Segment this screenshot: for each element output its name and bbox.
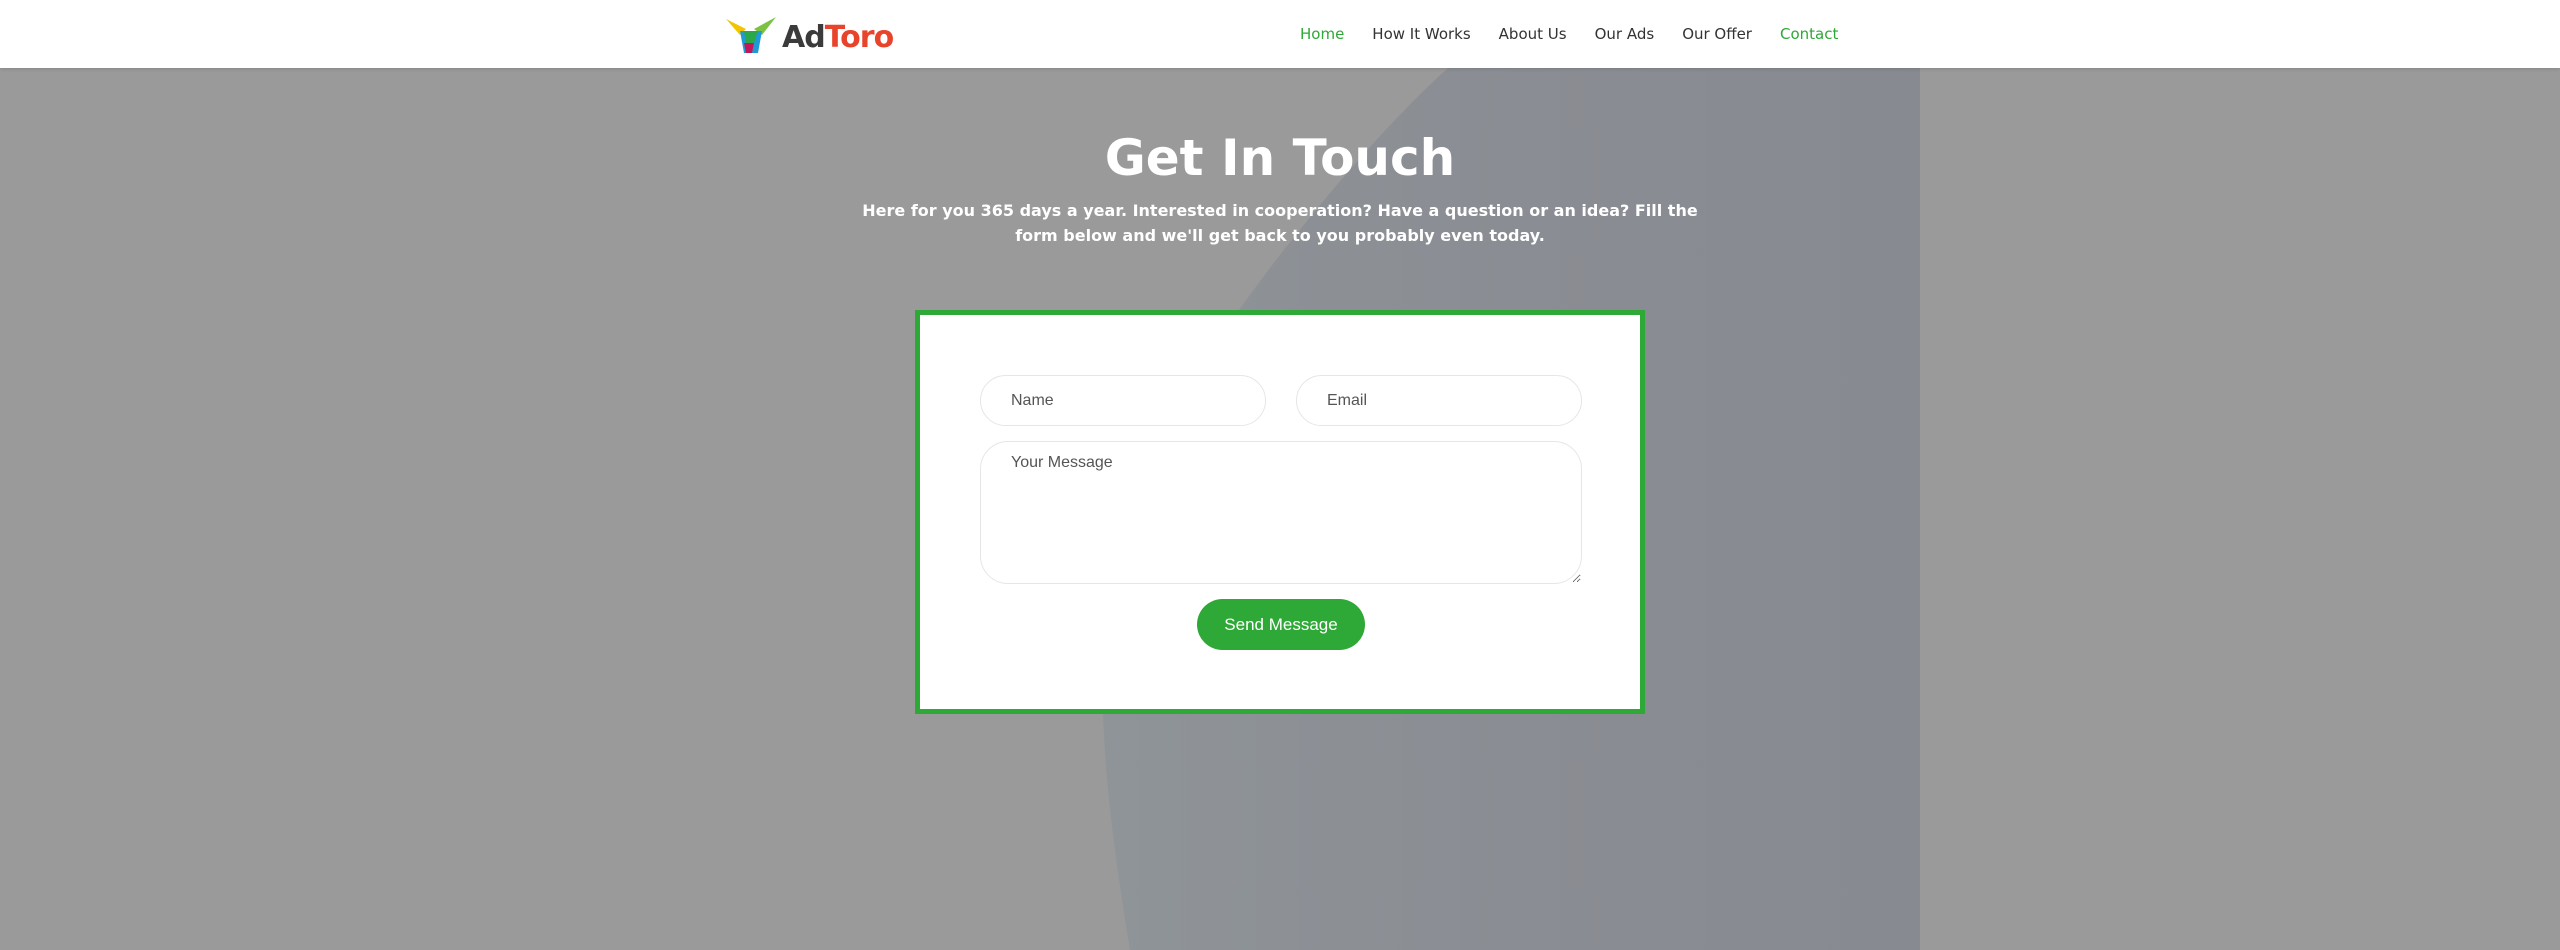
nav-link-home[interactable]: Home [1300, 25, 1344, 43]
nav-link-about-us[interactable]: About Us [1499, 25, 1567, 43]
contact-form: Send Message [915, 310, 1645, 714]
send-message-button[interactable]: Send Message [1197, 599, 1365, 650]
adtoro-logo[interactable]: AdToro [724, 12, 894, 58]
top-navbar: AdToro Home How It Works About Us Our Ad… [0, 0, 2560, 68]
logo-mark-icon [726, 17, 776, 53]
email-input[interactable] [1296, 375, 1582, 426]
logo-wordmark: AdToro [782, 20, 894, 55]
nav-link-our-ads[interactable]: Our Ads [1595, 25, 1655, 43]
name-input[interactable] [980, 375, 1266, 426]
message-textarea[interactable] [980, 441, 1582, 584]
main-nav: Home How It Works About Us Our Ads Our O… [1300, 0, 1838, 68]
page-title: Get In Touch [1104, 129, 1456, 187]
nav-link-contact[interactable]: Contact [1780, 25, 1838, 43]
page-subtitle: Here for you 365 days a year. Interested… [862, 201, 1698, 245]
nav-link-our-offer[interactable]: Our Offer [1682, 25, 1752, 43]
nav-link-how-it-works[interactable]: How It Works [1372, 25, 1470, 43]
